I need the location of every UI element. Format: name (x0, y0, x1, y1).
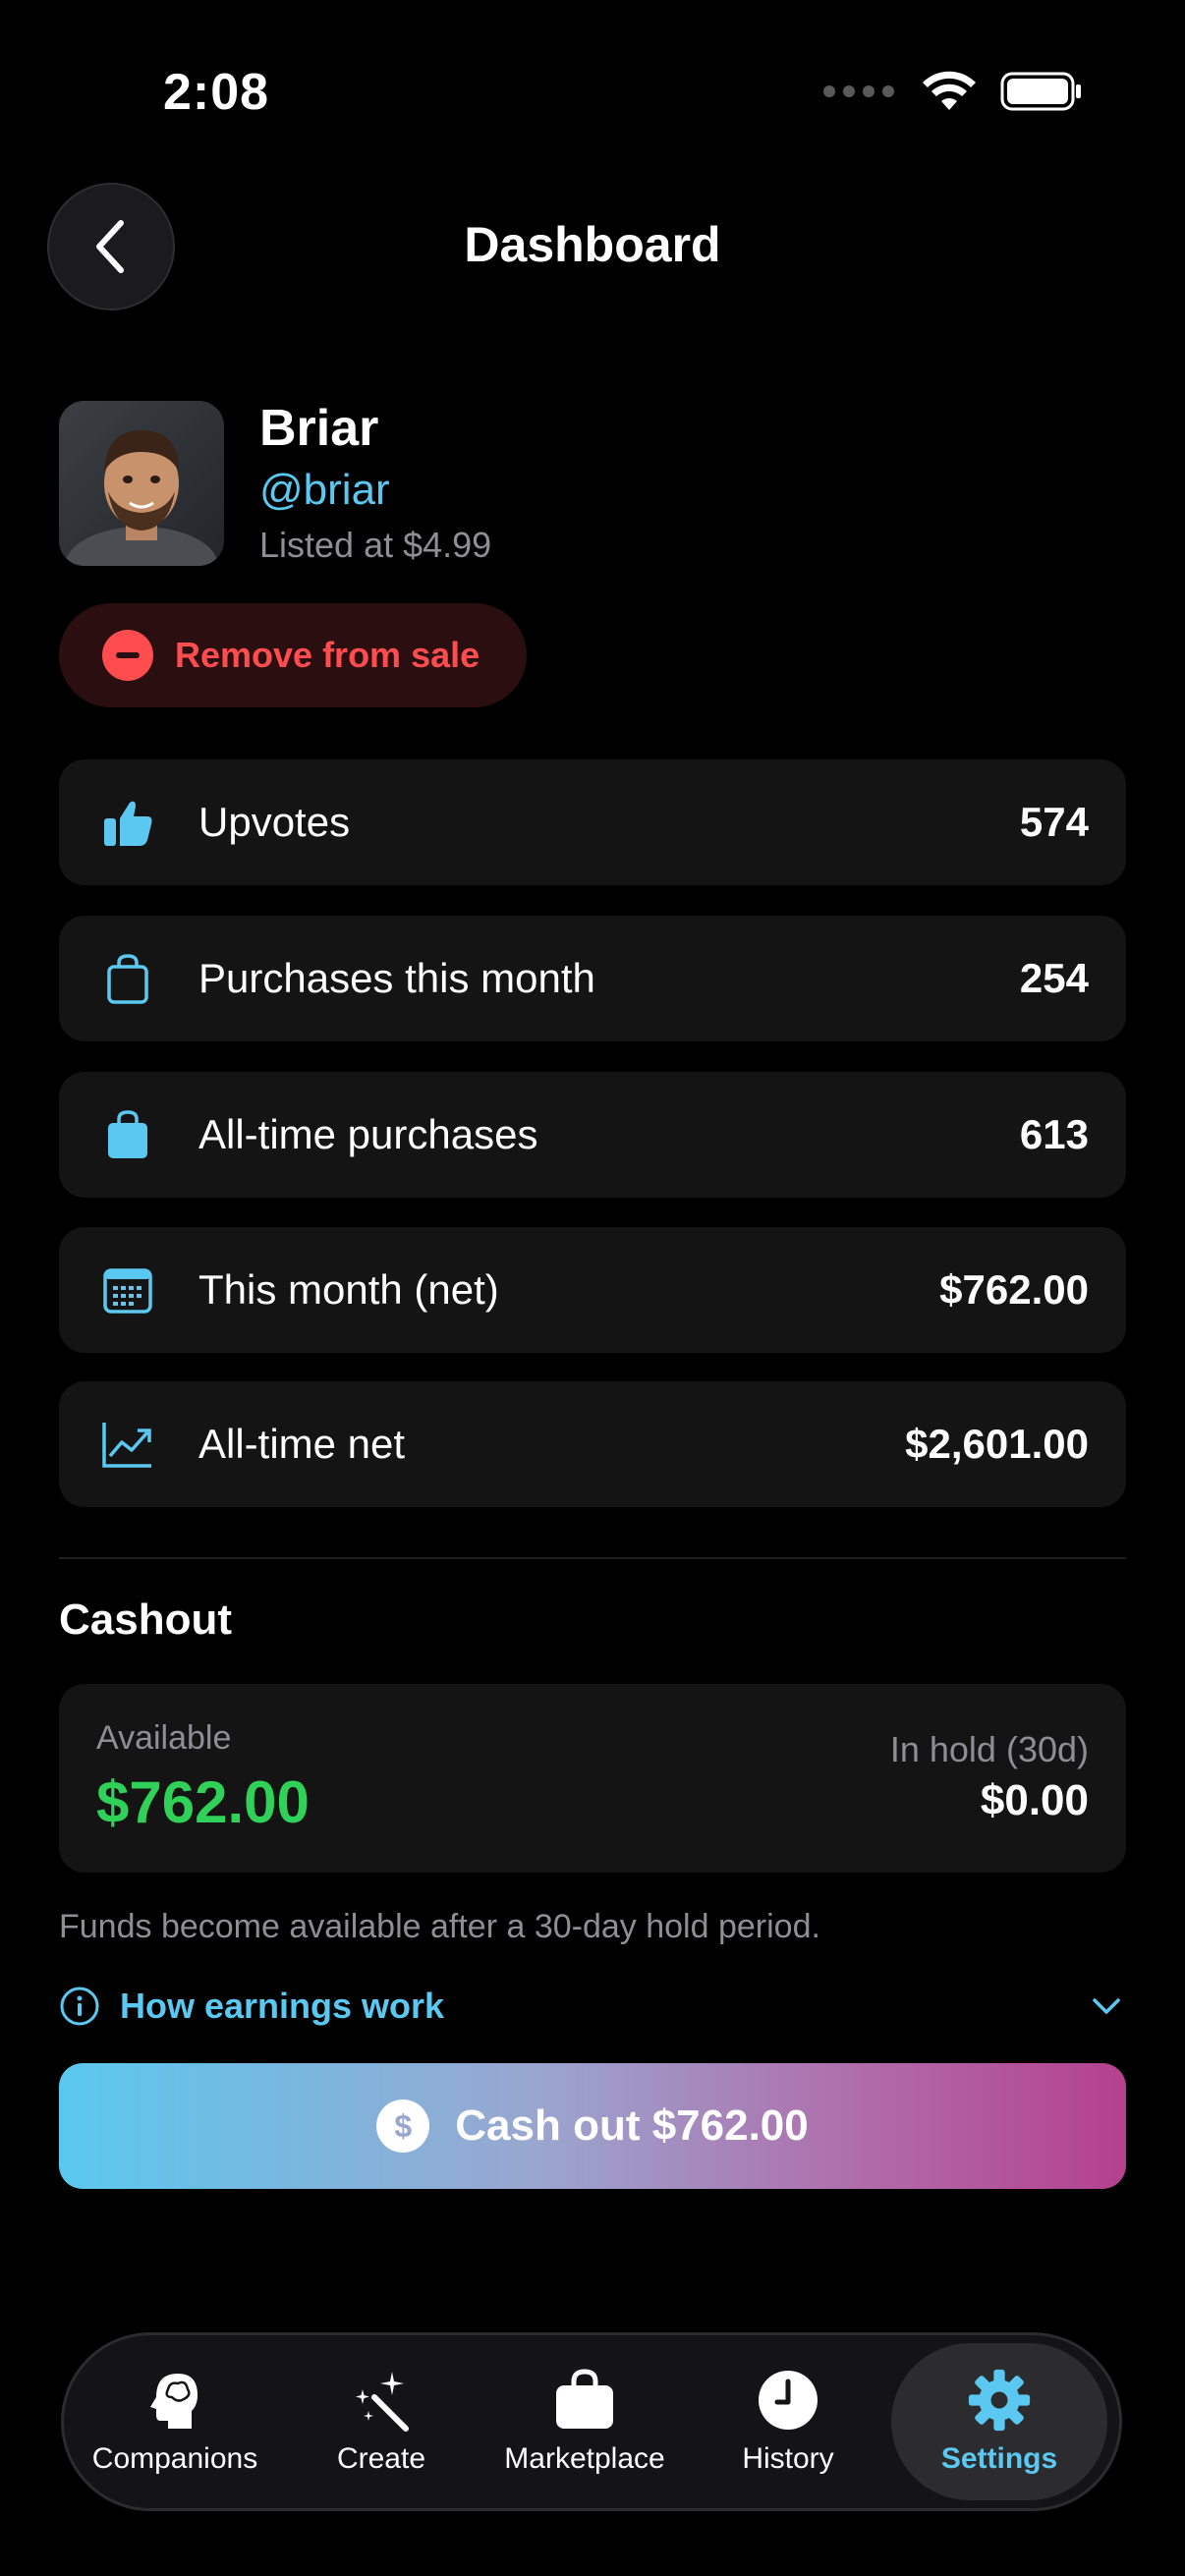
info-icon (60, 1987, 99, 2026)
trend-chart-icon (100, 1417, 155, 1472)
wifi-icon (923, 71, 976, 110)
stat-value: 254 (1019, 955, 1089, 1001)
status-bar: 2:08 (0, 0, 1185, 196)
battery-icon (1000, 72, 1081, 111)
stat-all-time-net: All-time net $2,601.00 (59, 1381, 1126, 1507)
avatar-image (59, 401, 224, 566)
avatar (59, 401, 224, 566)
minus-circle-icon (102, 630, 153, 681)
shopping-bag-icon (552, 2368, 617, 2433)
page-title: Dashboard (464, 217, 721, 272)
tab-marketplace[interactable]: Marketplace (484, 2343, 685, 2500)
section-divider (59, 1557, 1126, 1559)
thumbs-up-icon (100, 795, 155, 850)
hold-period-note: Funds become available after a 30-day ho… (59, 1908, 820, 1945)
status-icons (823, 71, 1083, 112)
brain-head-icon (142, 2368, 207, 2433)
stat-label: All-time purchases (198, 1111, 538, 1157)
chevron-down-icon (1093, 1998, 1120, 2014)
listed-price: Listed at $4.99 (259, 525, 492, 565)
tab-bar: Companions Create Marketplace History Se… (61, 2332, 1122, 2511)
remove-from-sale-button[interactable]: Remove from sale (59, 603, 527, 707)
tab-label: Marketplace (504, 2442, 665, 2475)
tab-settings[interactable]: Settings (891, 2343, 1107, 2500)
tab-companions[interactable]: Companions (72, 2343, 278, 2500)
stat-upvotes: Upvotes 574 (59, 759, 1126, 885)
available-label: Available (96, 1719, 232, 1757)
remove-from-sale-label: Remove from sale (175, 635, 480, 675)
tab-label: Create (336, 2442, 426, 2475)
profile-handle[interactable]: @briar (259, 466, 390, 515)
dollar-icon: $ (376, 2100, 430, 2153)
signal-icon (823, 85, 894, 97)
stat-purchases-all-time: All-time purchases 613 (59, 1072, 1126, 1198)
hold-label: In hold (30d) (889, 1729, 1089, 1769)
tab-label: History (742, 2442, 834, 2475)
tab-history[interactable]: History (685, 2343, 891, 2500)
cash-out-label: Cash out $762.00 (455, 2101, 809, 2150)
bag-outline-icon (100, 951, 155, 1006)
dashboard-screen: 2:08 Dashboard Briar @briar Listed at $4… (0, 0, 1185, 2576)
status-time: 2:08 (163, 64, 270, 121)
stat-label: Purchases this month (198, 955, 595, 1001)
how-earnings-work-label: How earnings work (120, 1986, 445, 2026)
available-amount: $762.00 (96, 1769, 310, 1835)
tab-create[interactable]: Create (278, 2343, 484, 2500)
profile-name: Briar (259, 400, 379, 457)
cash-out-button[interactable]: $ Cash out $762.00 (59, 2063, 1126, 2189)
tab-label: Settings (940, 2442, 1058, 2475)
gear-icon (967, 2368, 1032, 2433)
stat-label: All-time net (198, 1421, 406, 1467)
stat-value: 613 (1019, 1111, 1089, 1157)
cashout-section-title: Cashout (59, 1596, 232, 1644)
stat-value: 574 (1019, 799, 1089, 845)
stat-label: Upvotes (198, 799, 351, 845)
stat-month-net: This month (net) $762.00 (59, 1227, 1126, 1353)
cashout-summary-card: Available $762.00 In hold (30d) $0.00 (59, 1684, 1126, 1873)
how-earnings-work-toggle[interactable]: How earnings work (59, 1977, 1126, 2036)
hold-amount: $0.00 (980, 1776, 1089, 1824)
stat-value: $2,601.00 (905, 1421, 1089, 1467)
calendar-icon (100, 1262, 155, 1317)
stat-purchases-month: Purchases this month 254 (59, 916, 1126, 1041)
clock-icon (756, 2368, 820, 2433)
tab-label: Companions (91, 2442, 258, 2475)
stat-label: This month (net) (198, 1266, 499, 1313)
stat-value: $762.00 (939, 1266, 1089, 1313)
magic-wand-icon (349, 2368, 414, 2433)
bag-filled-icon (100, 1107, 155, 1162)
